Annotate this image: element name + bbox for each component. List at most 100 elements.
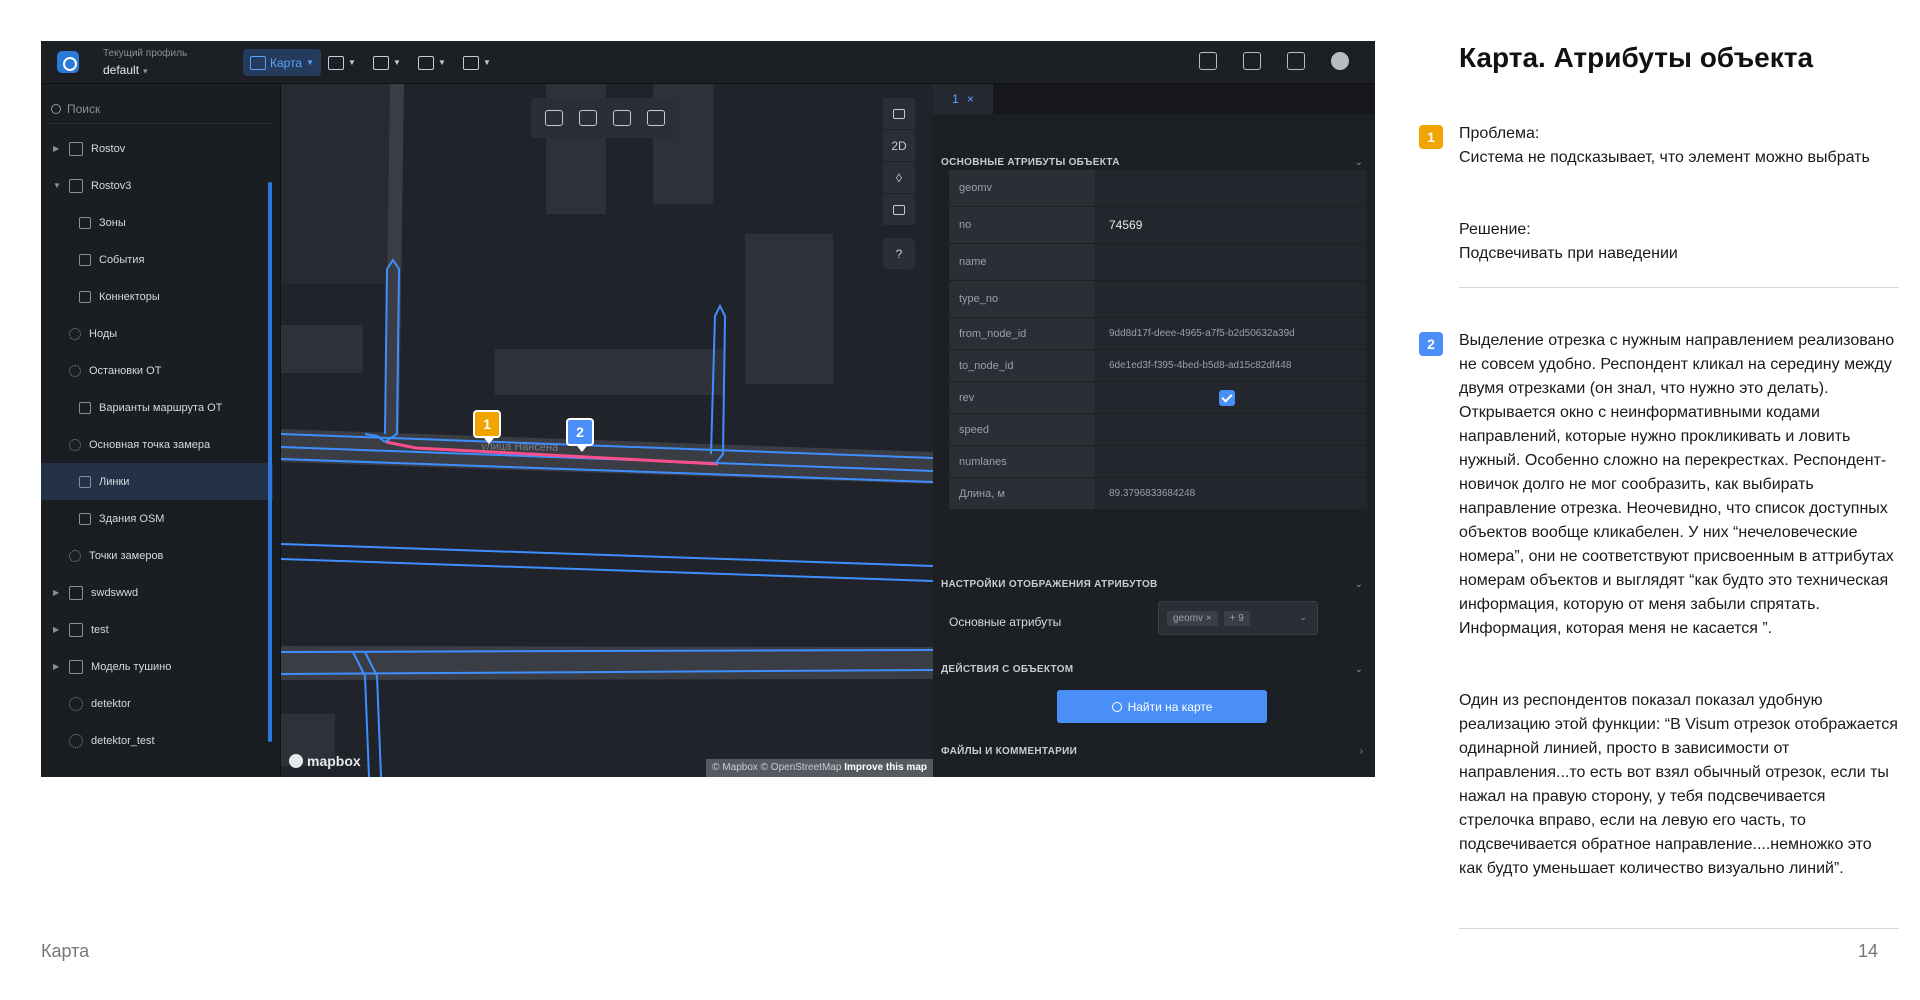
tree-item[interactable]: Точки замеров — [41, 537, 273, 574]
object-tab[interactable]: 1 × — [933, 84, 993, 114]
search-input[interactable]: Поиск — [49, 94, 271, 124]
grid-menu-button[interactable]: ▼ — [411, 49, 453, 76]
attribute-row: type_no — [949, 281, 1367, 318]
map-view-button[interactable]: Карта ▼ — [243, 49, 322, 76]
divider — [1459, 287, 1899, 288]
find-on-map-button[interactable]: Найти на карте — [1057, 690, 1267, 723]
attribute-value[interactable] — [1095, 382, 1367, 413]
tree-item[interactable]: Здания OSM — [41, 500, 273, 537]
chevron-down-icon[interactable]: ⌄ — [1355, 664, 1363, 675]
tree-item[interactable]: Остановки ОТ — [41, 352, 273, 389]
map-controls: 2D ◊ ? — [883, 98, 915, 270]
tree-item[interactable]: Основная точка замера — [41, 426, 273, 463]
tree-item[interactable]: ▶ Модель тушино — [41, 648, 273, 685]
help-button[interactable]: ? — [883, 238, 915, 270]
tree-item[interactable]: ▶ test — [41, 611, 273, 648]
caret-right-icon[interactable]: ▶ — [53, 625, 63, 634]
tree-item-label: Ноды — [89, 327, 118, 340]
attribute-key: from_node_id — [949, 318, 1095, 349]
profile-value: default — [103, 63, 140, 77]
caret-right-icon[interactable]: ▶ — [53, 662, 63, 671]
attribute-value[interactable]: 9dd8d17f-deee-4965-a7f5-b2d50632a39d — [1095, 318, 1367, 349]
tree-item[interactable]: События — [41, 241, 273, 278]
problem-label: Проблема: — [1459, 125, 1540, 142]
attribute-value[interactable] — [1095, 446, 1367, 477]
section-files-title[interactable]: Файлы и комментарии — [941, 746, 1077, 757]
solution-text: Подсвечивать при наведении — [1459, 245, 1678, 262]
section-main-title[interactable]: Основные атрибуты объекта — [941, 157, 1120, 168]
user-avatar-icon[interactable] — [1331, 52, 1349, 70]
attribute-value[interactable] — [1095, 281, 1367, 317]
mapbox-label: mapbox — [307, 753, 361, 769]
slide-title: Карта. Атрибуты объекта — [1459, 42, 1814, 73]
attribute-key: no — [949, 207, 1095, 243]
tree-item[interactable]: ▶ Rostov — [41, 130, 273, 167]
attribute-value[interactable] — [1095, 414, 1367, 445]
layer-icon — [69, 549, 81, 562]
archive-icon[interactable] — [1243, 52, 1261, 70]
attribution-text: © Mapbox © OpenStreetMap — [712, 762, 842, 773]
view-2d-label: 2D — [891, 138, 907, 153]
cube-icon — [69, 659, 83, 674]
users-icon[interactable] — [1199, 52, 1217, 70]
mapbox-logo[interactable]: mapbox — [289, 753, 361, 769]
image-button[interactable] — [883, 194, 915, 226]
transport-menu-button[interactable]: ▼ — [321, 49, 363, 76]
tools-icon — [463, 55, 479, 70]
tree-item[interactable]: Зоны — [41, 204, 273, 241]
calculator-menu-button[interactable]: ▼ — [366, 49, 408, 76]
caret-down-icon[interactable]: ▼ — [53, 181, 63, 190]
clipboard-icon[interactable] — [1287, 52, 1305, 70]
node-tool-icon[interactable] — [545, 110, 563, 126]
tree-item[interactable]: ▶ swdswwd — [41, 574, 273, 611]
tools-menu-button[interactable]: ▼ — [456, 49, 498, 76]
attribute-row: speed — [949, 414, 1367, 446]
chevron-right-icon[interactable]: › — [1360, 746, 1363, 757]
layers-sidebar: Поиск ▶ Rostov ▼ Rostov3 Зоны События Коннекто… — [41, 84, 281, 777]
compass-button[interactable]: ◊ — [883, 162, 915, 194]
chevron-down-icon[interactable]: ⌄ — [1355, 579, 1363, 590]
attribute-value[interactable]: 6de1ed3f-f395-4bed-b5d8-ad15c82df448 — [1095, 350, 1367, 381]
layer-icon — [79, 253, 91, 266]
improve-map-link[interactable]: Improve this map — [844, 762, 927, 773]
attribute-value[interactable]: 89.3796833684248 — [1095, 478, 1367, 509]
rev-checkbox[interactable] — [1219, 389, 1235, 406]
tree-item[interactable]: Линки — [41, 463, 273, 500]
speed-tool-icon[interactable] — [579, 110, 597, 126]
layer-icon — [79, 290, 91, 303]
attribute-value[interactable] — [1095, 244, 1367, 280]
tree-item[interactable]: Коннекторы — [41, 278, 273, 315]
map-canvas[interactable]: 2D ◊ ? улица Нансена 1 2 mapbox © Mapbox… — [281, 84, 933, 777]
chip-geomv[interactable]: geomv × — [1167, 610, 1218, 626]
tree-item-label: Здания OSM — [99, 512, 165, 525]
tree-item[interactable]: detektor_test — [41, 722, 273, 759]
app-screenshot: Текущий профиль default ▾ Карта ▼ ▼ ▼ ▼ ▼… — [41, 41, 1375, 777]
panel-tabs: 1 × — [933, 84, 1375, 114]
layers-button[interactable] — [883, 98, 915, 130]
tree-item[interactable]: Варианты маршрута ОТ — [41, 389, 273, 426]
tree-item-label: Линки — [99, 475, 130, 488]
caret-right-icon[interactable]: ▶ — [53, 144, 63, 153]
map-view-label: Карта — [270, 55, 303, 70]
diamond-tool-icon[interactable] — [613, 110, 631, 126]
section-actions-title[interactable]: Действия с объектом — [941, 664, 1073, 675]
chip-more[interactable]: + 9 — [1223, 610, 1250, 626]
section-display-title[interactable]: Настройки отображения атрибутов — [941, 579, 1158, 590]
view-2d-button[interactable]: 2D — [883, 130, 915, 162]
building — [281, 84, 391, 284]
profile-label: Текущий профиль — [103, 48, 188, 59]
chevron-down-icon[interactable]: ⌄ — [1355, 157, 1363, 168]
profile-selector[interactable]: default ▾ — [103, 63, 148, 77]
cube-icon — [69, 178, 83, 193]
caret-right-icon[interactable]: ▶ — [53, 588, 63, 597]
sidebar-scrollbar[interactable] — [268, 182, 272, 742]
attribute-value[interactable] — [1095, 170, 1367, 206]
close-icon[interactable]: × — [967, 92, 974, 106]
tree-item[interactable]: detektor — [41, 685, 273, 722]
barrier-tool-icon[interactable] — [647, 110, 665, 126]
tree-item-label: detektor_test — [91, 734, 155, 747]
tree-item[interactable]: ▼ Rostov3 — [41, 167, 273, 204]
display-attributes-select[interactable]: geomv × + 9 ⌄ — [1158, 601, 1318, 635]
tree-item[interactable]: Ноды — [41, 315, 273, 352]
attribute-value[interactable]: 74569 — [1095, 207, 1367, 243]
